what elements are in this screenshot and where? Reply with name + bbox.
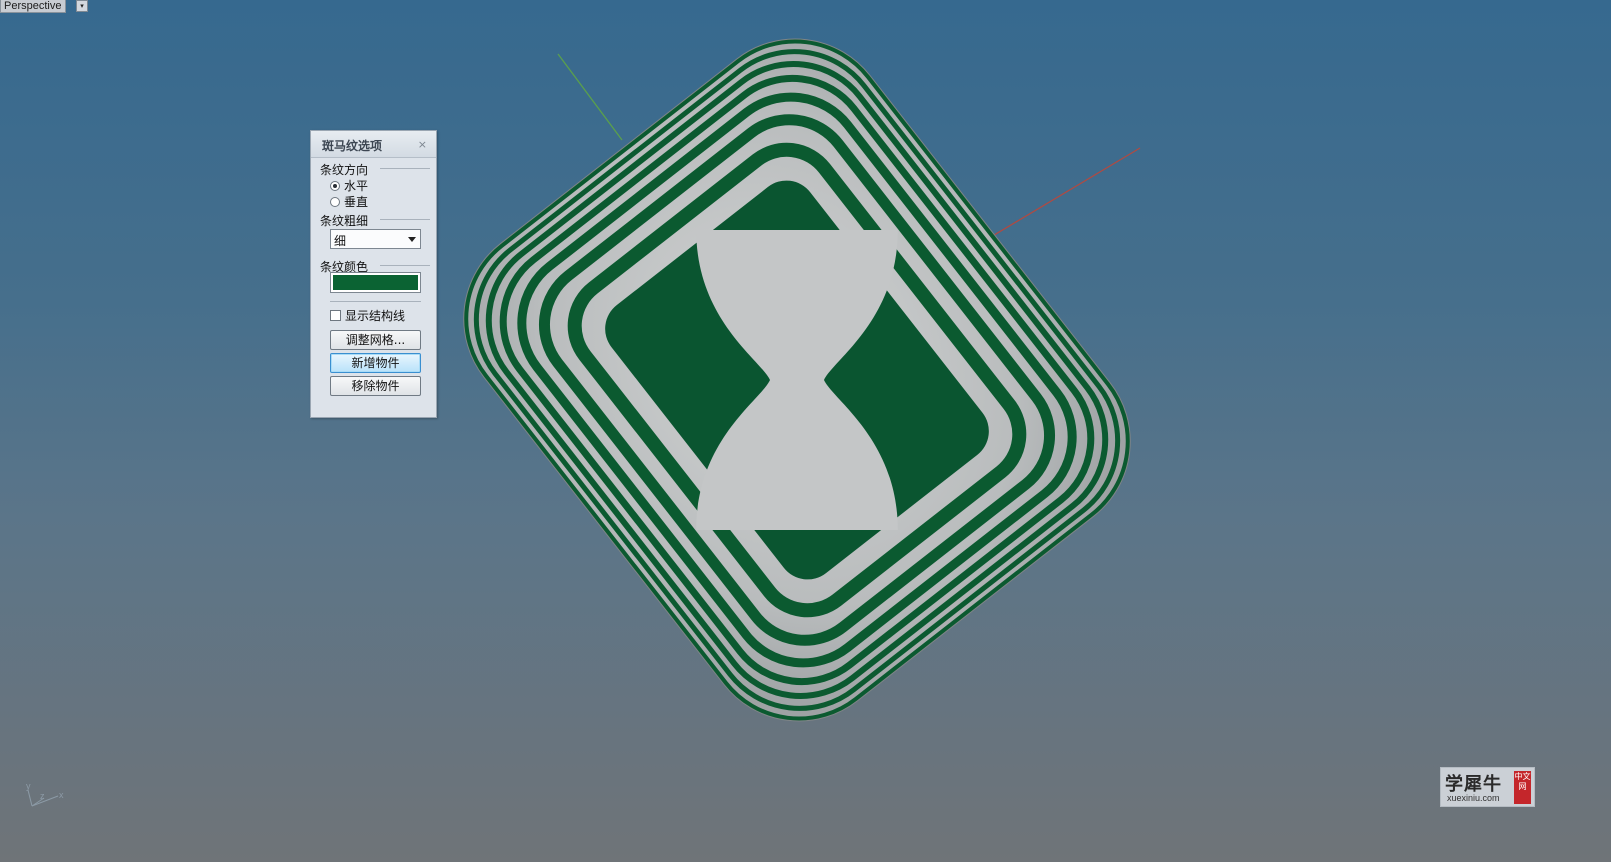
z-axis-label: z <box>40 791 45 801</box>
radio-horizontal-label: 水平 <box>344 179 369 193</box>
world-axes-icon: y z x <box>26 781 64 807</box>
viewport-title-tab[interactable]: Perspective <box>0 0 67 13</box>
y-axis-line <box>557 53 623 141</box>
divider <box>380 265 430 266</box>
radio-horizontal[interactable]: 水平 <box>330 178 368 193</box>
remove-objects-button[interactable]: 移除物件 <box>330 376 421 396</box>
adjust-mesh-button[interactable]: 调整网格... <box>330 330 421 350</box>
radio-button[interactable] <box>330 196 340 207</box>
zebra-analysis-scene[interactable] <box>0 0 1611 862</box>
stripe-thickness-value: 细 <box>334 234 347 248</box>
x-axis-label: x <box>59 790 64 800</box>
stripe-direction-section: 条纹方向 <box>320 161 430 178</box>
stripe-thickness-label: 条纹粗细 <box>320 212 373 229</box>
divider <box>330 301 421 302</box>
y-axis-label: y <box>26 781 31 791</box>
panel-title-bar[interactable]: 斑马纹选项 × <box>311 131 436 158</box>
radio-button-selected[interactable] <box>330 180 340 191</box>
checkbox[interactable] <box>330 309 341 321</box>
watermark-logo: 学犀牛 xuexiniu.com 中文网 <box>1440 767 1535 807</box>
show-structure-lines-toggle[interactable]: 显示结构线 <box>330 308 406 323</box>
watermark-tag: 中文网 <box>1514 771 1531 804</box>
divider <box>380 168 430 169</box>
stripe-thickness-section: 条纹粗细 <box>320 212 430 229</box>
viewport-menu-button[interactable]: ▾ <box>76 0 88 12</box>
chevron-down-icon: ▾ <box>80 2 84 10</box>
close-icon[interactable]: × <box>418 139 427 150</box>
viewport-title: Perspective <box>4 0 62 12</box>
watermark-url: xuexiniu.com <box>1447 793 1500 803</box>
chevron-down-icon <box>408 237 416 242</box>
show-structure-lines-label: 显示结构线 <box>345 308 406 323</box>
stripe-thickness-select[interactable]: 细 <box>330 229 421 249</box>
panel-title: 斑马纹选项 <box>322 139 383 153</box>
divider <box>380 219 430 220</box>
zebra-object[interactable] <box>425 0 1169 760</box>
stripe-direction-label: 条纹方向 <box>320 161 373 178</box>
radio-vertical-label: 垂直 <box>344 195 369 209</box>
stripe-color-button[interactable] <box>330 272 421 293</box>
stripe-color-section: 条纹颜色 <box>320 258 430 275</box>
zebra-options-panel: 斑马纹选项 × 条纹方向 水平 垂直 条纹粗细 细 条纹颜色 显示结构线 调整网… <box>310 130 437 418</box>
color-swatch <box>333 275 418 290</box>
radio-vertical[interactable]: 垂直 <box>330 194 368 209</box>
perspective-viewport[interactable]: Perspective ▾ 斑马纹选项 × 条纹方向 水平 垂直 条纹粗细 细 <box>0 0 1611 862</box>
add-objects-button[interactable]: 新增物件 <box>330 353 421 373</box>
